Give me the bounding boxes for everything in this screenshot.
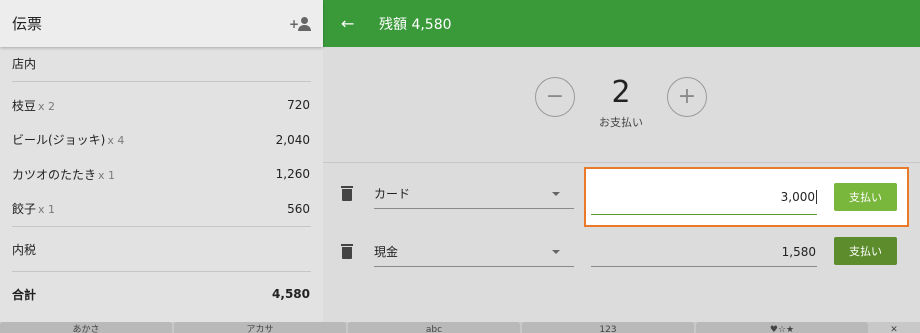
add-person-icon[interactable]: + (289, 16, 311, 32)
text-cursor (816, 189, 817, 204)
order-slip-header: 伝票 + (0, 0, 323, 47)
order-item-price: 1,260 (275, 167, 310, 182)
keyboard-key[interactable]: あかさ (0, 322, 172, 333)
payment-amount-value: 1,580 (781, 244, 816, 259)
pay-button[interactable]: 支払い (834, 237, 897, 265)
order-item-list: 枝豆 x 2 720 ビール(ジョッキ) x 4 2,040 カツオのたたき x 1 … (0, 82, 323, 226)
split-counter: − 2 お支払い + (323, 47, 920, 163)
order-item-price: 720 (287, 98, 310, 113)
tax-row: 内税 (0, 227, 323, 271)
order-slip-panel: 伝票 + 店内 枝豆 x 2 720 ビール(ジョッキ) x 4 2,040 カツオ… (0, 0, 323, 322)
total-row: 合計 4,580 (0, 272, 323, 316)
keyboard-key[interactable]: abc (348, 322, 520, 333)
keyboard-key[interactable]: アカサ (174, 322, 346, 333)
payment-amount-field[interactable]: 3,000 (591, 179, 817, 215)
keyboard-bar: あかさ アカサ abc 123 ♥☆★ ✕ (0, 322, 920, 333)
payment-topbar: ← 残額 4,580 (323, 0, 920, 47)
order-slip-title: 伝票 (12, 15, 43, 33)
back-arrow-icon[interactable]: ← (341, 14, 361, 33)
split-count: 2 (611, 75, 631, 110)
order-item[interactable]: カツオのたたき x 1 1,260 (0, 157, 323, 192)
increase-split-button[interactable]: + (667, 77, 707, 117)
trash-icon[interactable] (341, 186, 353, 201)
order-item-qty: x 2 (38, 99, 56, 113)
order-item-qty: x 4 (107, 134, 125, 148)
order-item-name: カツオのたたき (12, 167, 97, 182)
payment-method-value: カード (374, 187, 411, 201)
payment-panel: ← 残額 4,580 − 2 お支払い + カード 現金 1,580 支払い (323, 0, 920, 322)
chevron-down-icon (552, 191, 560, 196)
order-item-name: 餃子 (12, 202, 37, 217)
close-keyboard-icon[interactable]: ✕ (870, 322, 918, 333)
payment-method-select[interactable]: カード (374, 179, 574, 209)
remaining-amount-title: 残額 4,580 (379, 16, 452, 33)
chevron-down-icon (552, 249, 560, 254)
decrease-split-button[interactable]: − (535, 77, 575, 117)
keyboard-key[interactable]: ♥☆★ (696, 322, 868, 333)
order-item-name: ビール(ジョッキ) (12, 133, 106, 148)
split-caption: お支払い (599, 116, 643, 129)
total-label: 合計 (12, 287, 37, 302)
order-item-price: 2,040 (275, 132, 310, 147)
payment-row: 現金 1,580 支払い (323, 230, 920, 280)
order-item[interactable]: 枝豆 x 2 720 (0, 88, 323, 123)
payment-amount-value: 3,000 (780, 189, 815, 204)
tax-label: 内税 (12, 242, 37, 257)
order-item-qty: x 1 (98, 168, 116, 182)
order-item-price: 560 (287, 201, 310, 216)
order-item[interactable]: ビール(ジョッキ) x 4 2,040 (0, 123, 323, 158)
section-label: 店内 (12, 57, 37, 71)
pay-button[interactable]: 支払い (834, 183, 897, 211)
order-item-name: 枝豆 (12, 98, 37, 113)
trash-icon[interactable] (341, 244, 353, 259)
payment-amount-field[interactable]: 1,580 (591, 237, 817, 267)
order-item[interactable]: 餃子 x 1 560 (0, 192, 323, 227)
total-value: 4,580 (272, 287, 310, 301)
payment-method-value: 現金 (374, 245, 399, 259)
active-amount-highlight: 3,000 支払い (584, 167, 909, 227)
keyboard-key[interactable]: 123 (522, 322, 694, 333)
payment-method-select[interactable]: 現金 (374, 237, 574, 267)
order-item-qty: x 1 (38, 203, 56, 217)
